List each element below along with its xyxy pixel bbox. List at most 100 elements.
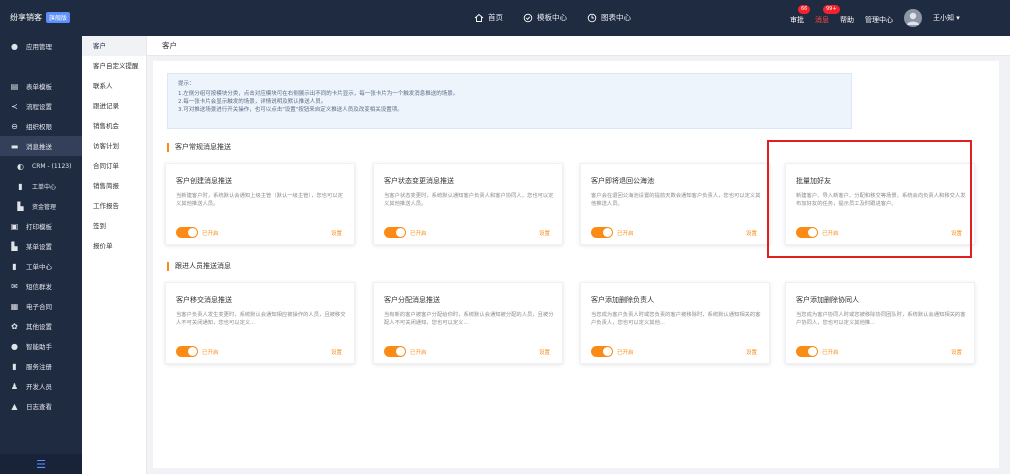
admin-center-link[interactable]: 管理中心	[865, 11, 893, 25]
subnav-item-contract-order[interactable]: 合同订单	[82, 156, 146, 176]
message-icon: ▬	[10, 141, 19, 151]
sidebar-item-flow-settings[interactable]: ≺ 流程设置	[0, 96, 82, 116]
card-add-remove-owner: 客户添加删除负责人 当您成为客户负责人时或您负责的客户被移除时，系统默认通知相关…	[580, 282, 770, 364]
subnav-item-sales-brief[interactable]: 销售简报	[82, 176, 146, 196]
sidebar-item-e-contract[interactable]: ▦ 电子合同	[0, 296, 82, 316]
sidebar-item-label: 打印模板	[26, 223, 52, 231]
sidebar-item-assistant[interactable]: ● 智能助手	[0, 336, 82, 356]
settings-link[interactable]: 设置	[539, 348, 550, 356]
crm-icon: ◐	[17, 161, 24, 171]
sidebar-item-label: 电子合同	[26, 303, 52, 311]
sms-icon: ✉	[11, 281, 18, 291]
sidebar-item-label: 短信群发	[26, 283, 52, 291]
nav-home[interactable]: 首页	[474, 12, 503, 23]
user-menu[interactable]: 王小知 ▾	[933, 13, 960, 23]
approval-button[interactable]: 审批 66	[790, 5, 811, 25]
top-right-tools: 审批 66 消息 99+ 帮助 管理中心 王小知 ▾	[790, 5, 960, 28]
settings-link[interactable]: 设置	[746, 348, 757, 356]
sidebar-item-print-template[interactable]: ▣ 打印模板	[0, 216, 82, 236]
settings-link[interactable]: 设置	[746, 229, 757, 237]
sidebar-item-fund-management[interactable]: ▙ 资金管理	[0, 196, 82, 216]
form-icon: ▤	[10, 81, 19, 91]
sidebar-item-ticket-center-2[interactable]: ▮ 工单中心	[0, 256, 82, 276]
sidebar-item-label: 工单中心	[32, 183, 57, 191]
push-toggle[interactable]	[796, 346, 818, 357]
sidebar-item-label: 开发人员	[26, 383, 52, 391]
sidebar-item-developer[interactable]: ♟ 开发人员	[0, 376, 82, 396]
sidebar-item-message-push[interactable]: ▬ 消息推送	[0, 136, 82, 156]
subnav-item-visit-plan[interactable]: 访客计划	[82, 136, 146, 156]
approval-count-badge: 66	[798, 5, 811, 14]
settings-link[interactable]: 设置	[331, 229, 342, 237]
message-button[interactable]: 消息 99+	[815, 5, 840, 25]
sidebar-item-log[interactable]: ▲ 日志查看	[0, 396, 82, 416]
card-customer-assign: 客户分配消息推送 当有新的客户被客户分配给你时，系统默认会通知被分配的人员，且被…	[373, 282, 563, 364]
subnav-item-check-in[interactable]: 签到	[82, 216, 146, 236]
subnav-item-quotation[interactable]: 报价单	[82, 236, 146, 256]
subnav-item-customer-reminder[interactable]: 客户自定义提醒	[82, 56, 146, 76]
settings-link[interactable]: 设置	[951, 348, 962, 356]
subnav-item-customer[interactable]: 客户	[82, 36, 146, 56]
subnav-item-sales-opportunity[interactable]: 销售机会	[82, 116, 146, 136]
help-link[interactable]: 帮助	[840, 11, 854, 25]
sidebar-item-label: 日志查看	[26, 403, 52, 411]
subnav-item-follow-record[interactable]: 跟进记录	[82, 96, 146, 116]
subnav-item-contact[interactable]: 联系人	[82, 76, 146, 96]
sidebar-item-label: 应用管理	[26, 43, 52, 51]
approval-label: 审批	[790, 16, 804, 24]
card-description: 当新建客户时，系统默认会通知上级主管（默认一级主管），您也可以定义其他推送人员。	[176, 193, 343, 207]
toggle-status: 已开启	[617, 350, 634, 356]
sidebar-item-order-settings[interactable]: ▙ 某单设置	[0, 236, 82, 256]
menu-icon: ☰	[36, 457, 46, 471]
template-icon	[523, 13, 533, 22]
push-toggle[interactable]	[384, 227, 406, 238]
push-toggle[interactable]	[591, 227, 613, 238]
push-toggle[interactable]	[384, 346, 406, 357]
nav-chart-center[interactable]: 图表中心	[587, 12, 631, 23]
card-description: 当有新的客户被客户分配给你时，系统默认会通知被分配的人员，且被分配人不可关闭通知…	[384, 312, 554, 326]
sidebar-item-form-template[interactable]: ▤ 表单模板	[0, 76, 82, 96]
top-nav: 首页 模板中心 图表中心	[474, 12, 631, 23]
sidebar-collapse-button[interactable]: ☰	[0, 454, 82, 474]
push-toggle[interactable]	[176, 227, 198, 238]
card-customer-create: 客户创建消息推送 当新建客户时，系统默认会通知上级主管（默认一级主管），您也可以…	[165, 163, 355, 245]
sidebar-item-sms[interactable]: ✉ 短信群发	[0, 276, 82, 296]
app-logo[interactable]: 纷享销客 旗舰版	[10, 12, 71, 23]
push-toggle[interactable]	[591, 346, 613, 357]
page-title: 客户	[147, 36, 1010, 56]
order-icon: ▙	[11, 241, 18, 251]
sidebar-item-app-management[interactable]: ● 应用管理	[0, 36, 82, 56]
subnav-item-work-report[interactable]: 工作报告	[82, 196, 146, 216]
sidebar-item-ticket-center[interactable]: ▮ 工单中心	[0, 176, 82, 196]
card-customer-transfer: 客户移交消息推送 当客户负责人发生变更时，系统默认会通知相应被操作的人员，且被移…	[165, 282, 355, 364]
card-title: 客户创建消息推送	[176, 177, 232, 185]
sidebar-item-label: 某单设置	[26, 243, 52, 251]
nav-template-center[interactable]: 模板中心	[523, 12, 567, 23]
sidebar-item-other-settings[interactable]: ✿ 其他设置	[0, 316, 82, 336]
sidebar-item-org-permission[interactable]: ⊖ 组织权限	[0, 116, 82, 136]
nav-template-label: 模板中心	[537, 13, 567, 22]
sub-nav: 客户 客户自定义提醒 联系人 跟进记录 销售机会 访客计划 合同订单 销售简报 …	[82, 36, 147, 474]
sidebar-item-label: CRM - (1123)	[32, 162, 72, 170]
card-description: 当您成为客户负责人时或您负责的客户被移除时，系统默认通知相关的客户负责人，您也可…	[591, 312, 761, 326]
user-avatar[interactable]	[904, 9, 922, 27]
toggle-status: 已开启	[202, 350, 219, 356]
tip-box: 提示： 1.左侧分组可按模块分类，点击对应模块可在右侧展示出不同的卡片显示，每一…	[167, 73, 852, 129]
app-icon: ●	[11, 41, 18, 51]
settings-link[interactable]: 设置	[331, 348, 342, 356]
tip-line: 2.每一张卡片会显示触发的场景，详情说明及默认推送人员。	[178, 99, 327, 105]
sidebar-item-service-register[interactable]: ▮ 服务注册	[0, 356, 82, 376]
toggle-status: 已开启	[617, 231, 634, 237]
toggle-status: 已开启	[822, 350, 839, 356]
settings-link[interactable]: 设置	[539, 229, 550, 237]
sidebar-item-crm[interactable]: ◐ CRM - (1123)	[0, 156, 82, 176]
sidebar-item-label: 表单模板	[26, 83, 52, 91]
org-icon: ⊖	[11, 121, 18, 131]
card-title: 客户添加删除负责人	[591, 296, 654, 304]
push-toggle[interactable]	[176, 346, 198, 357]
app-name: 纷享销客	[10, 13, 42, 22]
toggle-status: 已开启	[202, 231, 219, 237]
card-description: 当客户状态变更时，系统默认通知客户负责人和客户协同人，您也可以定义其他推送人员。	[384, 193, 554, 207]
print-icon: ▣	[10, 221, 19, 231]
message-count-badge: 99+	[823, 5, 840, 14]
